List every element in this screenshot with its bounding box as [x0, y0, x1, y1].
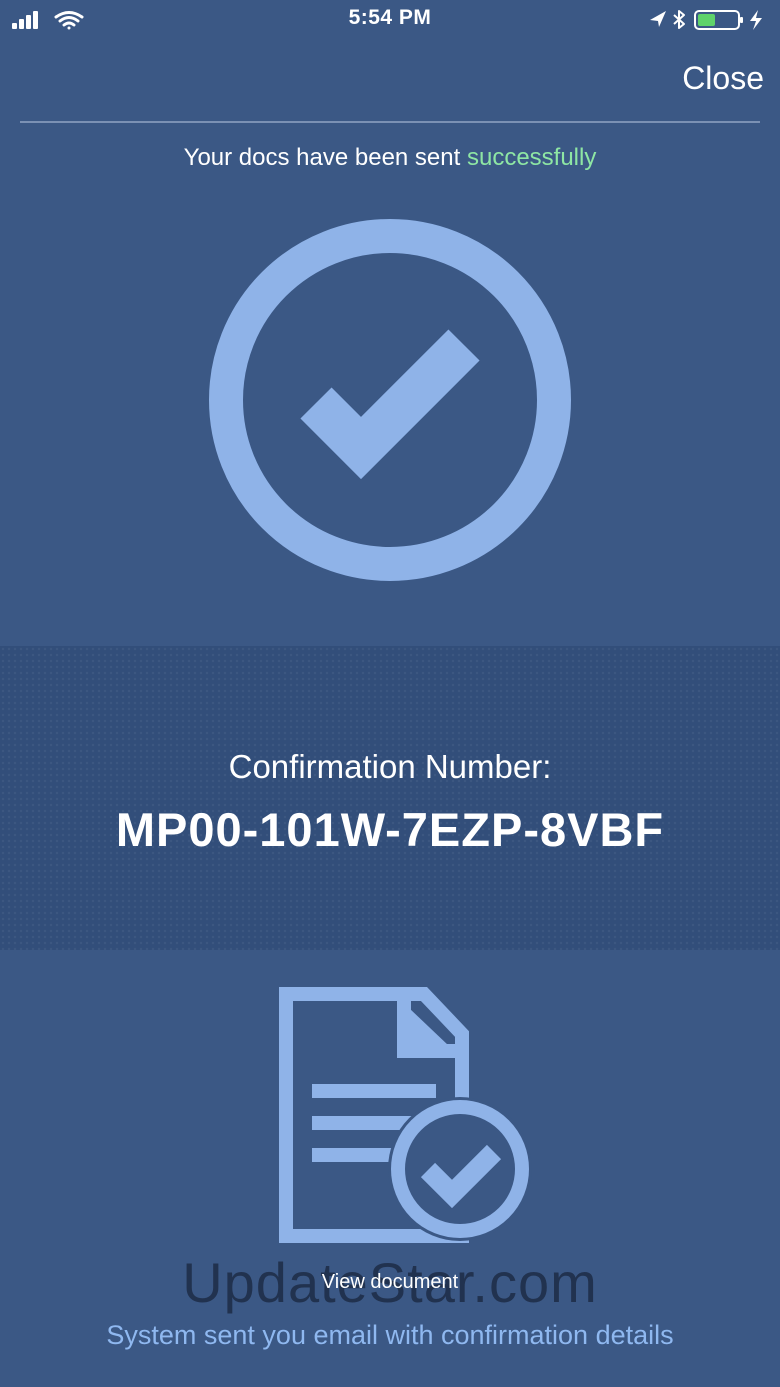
document-check-icon[interactable] — [276, 986, 536, 1251]
confirmation-number: MP00-101W-7EZP-8VBF — [115, 803, 665, 856]
success-message-prefix: Your docs have been sent — [183, 144, 467, 171]
status-right — [648, 8, 770, 37]
battery-charging-icon — [694, 10, 762, 30]
checkmark-icon — [300, 329, 480, 480]
confirmation-panel — [0, 646, 780, 950]
email-confirmation-note: System sent you email with confirmation … — [106, 1320, 674, 1350]
success-message: Your docs have been sent successfully — [0, 144, 780, 172]
view-document-link[interactable]: View document — [0, 1271, 780, 1294]
location-arrow-icon — [650, 11, 666, 27]
status-bar: 5:54 PM — [0, 0, 780, 40]
confirmation-label: Confirmation Number: — [228, 748, 552, 785]
success-check-circle — [208, 218, 572, 587]
bluetooth-icon — [673, 10, 685, 29]
success-highlight: successfully — [466, 144, 597, 171]
close-button[interactable]: Close — [682, 60, 764, 97]
header-divider — [20, 121, 760, 123]
